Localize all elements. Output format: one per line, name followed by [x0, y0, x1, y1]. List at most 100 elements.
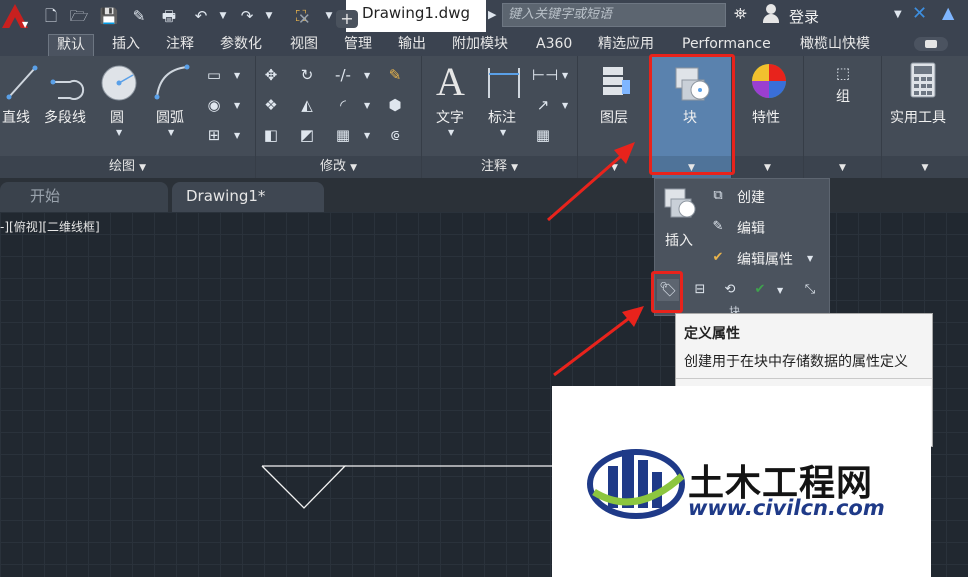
tab-parametric[interactable]: 参数化 — [220, 34, 262, 56]
leader-dropdown-icon[interactable]: ▼ — [562, 101, 568, 110]
chevron-down-icon: ▼ — [511, 163, 519, 173]
boundary-dropdown-icon[interactable]: ▼ — [234, 131, 240, 140]
fillet-icon[interactable]: ◜ — [332, 94, 354, 116]
linear-dim-icon[interactable]: ⊢⊣ — [532, 64, 558, 86]
trim-dropdown-icon[interactable]: ▼ — [364, 71, 370, 80]
open-folder-icon[interactable]: 🗁 — [68, 5, 90, 27]
offset-icon[interactable]: ⟃ — [384, 124, 406, 146]
leader-icon[interactable]: ↗ — [532, 94, 554, 116]
trim-icon[interactable]: -/- — [332, 64, 354, 86]
new-file-icon[interactable]: 🗋 — [40, 5, 62, 27]
tab-view[interactable]: 视图 — [290, 34, 318, 56]
circle-dropdown-icon[interactable]: ▼ — [116, 128, 122, 137]
triangle-symbol[interactable] — [261, 465, 347, 509]
polyline-tool-label[interactable]: 多段线 — [44, 107, 86, 127]
edit-attributes-dropdown-icon[interactable]: ▼ — [807, 254, 813, 263]
arc-tool-label[interactable]: 圆弧 — [156, 107, 184, 127]
attribute-extract-dropdown-icon[interactable]: ▼ — [777, 286, 783, 295]
groups-panel: ⬚ 组 ▼ — [804, 56, 882, 178]
file-tab-drawing[interactable]: Drawing1* — [172, 182, 324, 212]
arc-dropdown-icon[interactable]: ▼ — [168, 128, 174, 137]
undo-dropdown-icon[interactable]: ▼ — [212, 5, 234, 27]
tab-manage[interactable]: 管理 — [344, 34, 372, 56]
copy-icon[interactable]: ❖ — [260, 94, 282, 116]
binoculars-icon[interactable]: ⛯ — [734, 4, 747, 24]
rectangle-dropdown-icon[interactable]: ▼ — [234, 71, 240, 80]
watermark: 土木工程网 www.civilcn.com — [552, 386, 931, 577]
login-link[interactable]: 登录 — [789, 6, 819, 27]
rotate-icon[interactable]: ↻ — [296, 64, 318, 86]
circle-tool-label[interactable]: 圆 — [110, 107, 124, 127]
text-dropdown-icon[interactable]: ▼ — [448, 128, 454, 137]
block-editor-icon[interactable]: ⤡ — [799, 279, 821, 301]
move-icon[interactable]: ✥ — [260, 64, 282, 86]
array-dropdown-icon[interactable]: ▼ — [364, 131, 370, 140]
search-input[interactable]: 键入关键字或短语 — [502, 3, 726, 27]
create-block-label[interactable]: 创建 — [737, 187, 765, 207]
a360-icon[interactable]: ▲ — [942, 3, 954, 22]
edit-attributes-icon: ✔ — [712, 250, 724, 265]
scale-icon[interactable]: ◩ — [296, 124, 318, 146]
attribute-extract-icon[interactable]: ✔ — [749, 279, 771, 301]
sync-attributes-icon[interactable]: ⟲ — [719, 279, 741, 301]
redo-dropdown-icon[interactable]: ▼ — [258, 5, 280, 27]
save-as-icon[interactable]: ✎ — [128, 5, 150, 27]
tab-olive-mountain[interactable]: 橄榄山快模 — [800, 34, 870, 56]
redo-icon[interactable]: ↷ — [236, 5, 258, 27]
manage-attributes-icon[interactable]: ⊟ — [689, 279, 711, 301]
tab-insert[interactable]: 插入 — [112, 34, 140, 56]
mirror-icon[interactable]: ◭ — [296, 94, 318, 116]
chevron-down-icon[interactable]: ▼ — [894, 9, 902, 20]
linear-dim-dropdown-icon[interactable]: ▼ — [562, 71, 568, 80]
dimension-dropdown-icon[interactable]: ▼ — [500, 128, 506, 137]
utilities-panel-footer[interactable]: ▼ — [882, 156, 968, 178]
ribbon: 直线 多段线 圆 ▼ 圆弧 ▼ ▭ ▼ ◉ ▼ ⊞ ▼ 绘图 ▼ ✥ ↻ -/-… — [0, 56, 968, 178]
chevron-down-icon: ▼ — [139, 163, 147, 173]
groups-panel-footer[interactable]: ▼ — [804, 156, 881, 178]
utilities-tool-label[interactable]: 实用工具 — [890, 107, 946, 127]
tab-default[interactable]: 默认 — [48, 34, 94, 56]
tab-performance[interactable]: Performance — [682, 34, 771, 56]
groups-tool-label[interactable]: 组 — [836, 86, 850, 106]
tab-output[interactable]: 输出 — [398, 34, 426, 56]
properties-tool-label[interactable]: 特性 — [752, 107, 780, 127]
new-tab-button[interactable]: + — [336, 10, 358, 28]
explode-icon[interactable]: ⬢ — [384, 94, 406, 116]
create-block-icon: ⧉ — [713, 188, 723, 203]
layers-tool-label[interactable]: 图层 — [600, 107, 628, 127]
edit-block-label[interactable]: 编辑 — [737, 218, 765, 238]
ribbon-minimize-toggle[interactable] — [914, 37, 948, 51]
save-icon[interactable]: 💾 — [98, 5, 120, 27]
array-icon[interactable]: ▦ — [332, 124, 354, 146]
properties-panel-footer[interactable]: ▼ — [732, 156, 803, 178]
edit-attributes-label[interactable]: 编辑属性 — [737, 249, 793, 269]
draw-panel-footer[interactable]: 绘图 ▼ — [0, 156, 255, 178]
tab-addins[interactable]: 附加模块 — [452, 34, 508, 56]
stretch-icon[interactable]: ◧ — [260, 124, 282, 146]
application-menu-button[interactable]: ▼ — [0, 0, 32, 34]
arc-icon — [154, 64, 190, 100]
erase-icon[interactable]: ✎ — [384, 64, 406, 86]
arrow-to-block — [547, 148, 629, 222]
chevron-right-icon[interactable]: ▶ — [488, 8, 496, 21]
print-icon[interactable]: 🖶 — [158, 5, 180, 27]
line-tool-label[interactable]: 直线 — [2, 107, 30, 127]
layers-icon — [603, 67, 630, 95]
close-icon[interactable]: ✕ — [298, 10, 311, 28]
modify-panel-footer[interactable]: 修改 ▼ — [256, 156, 421, 178]
rectangle-icon[interactable]: ▭ — [203, 64, 225, 86]
undo-icon[interactable]: ↶ — [190, 5, 212, 27]
text-tool-label[interactable]: 文字 — [436, 107, 464, 127]
tab-a360[interactable]: A360 — [536, 34, 572, 56]
hatch-icon[interactable]: ◉ — [203, 94, 225, 116]
tab-annotate[interactable]: 注释 — [166, 34, 194, 56]
boundary-icon[interactable]: ⊞ — [203, 124, 225, 146]
file-tab-start[interactable]: 开始 — [0, 182, 168, 212]
user-icon[interactable] — [762, 3, 780, 23]
hatch-dropdown-icon[interactable]: ▼ — [234, 101, 240, 110]
tab-featured-apps[interactable]: 精选应用 — [598, 34, 654, 56]
insert-block-label[interactable]: 插入 — [665, 230, 693, 250]
dimension-tool-label[interactable]: 标注 — [488, 107, 516, 127]
fillet-dropdown-icon[interactable]: ▼ — [364, 101, 370, 110]
exchange-apps-icon[interactable]: ✕ — [912, 3, 927, 24]
